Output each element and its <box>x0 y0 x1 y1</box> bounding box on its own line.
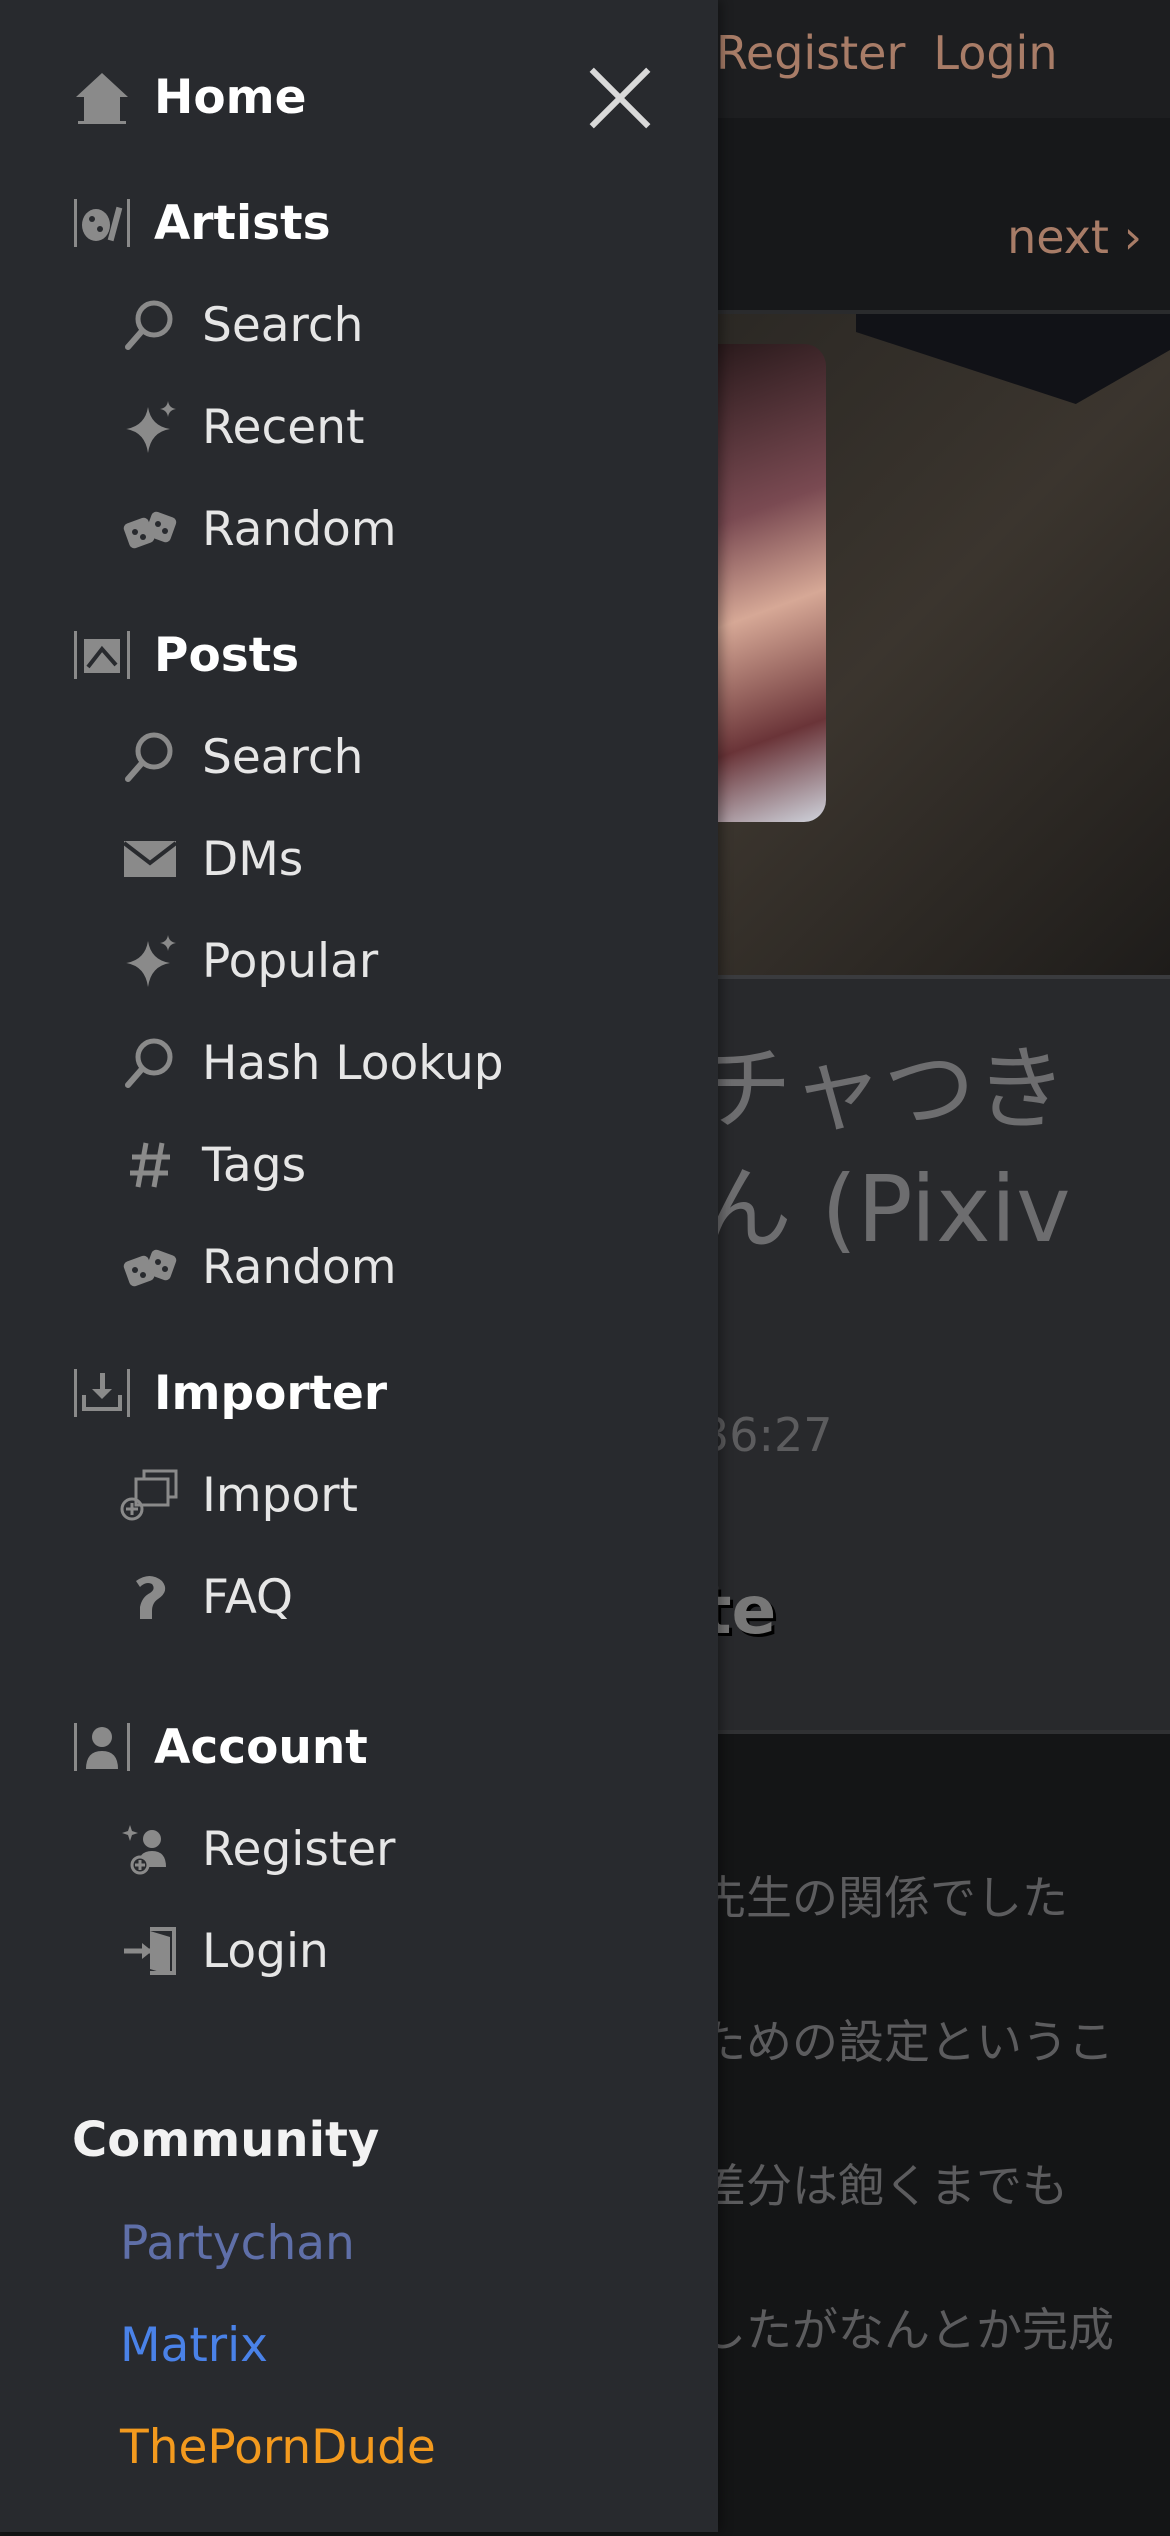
dice-icon <box>120 1237 180 1297</box>
posts-icon <box>72 625 132 685</box>
faq-icon <box>120 1567 180 1627</box>
nav-posts-search[interactable]: Search <box>120 722 363 792</box>
post-title: チャつき ん (Pixiv <box>700 1036 1071 1263</box>
nav-artists-recent-label: Recent <box>202 399 365 455</box>
register-link[interactable]: Register <box>716 26 905 80</box>
search-icon <box>120 727 180 787</box>
nav-artists-recent[interactable]: Recent <box>120 392 364 462</box>
nav-section-account-label: Account <box>154 1719 368 1775</box>
nav-artists-search-label: Search <box>202 297 364 353</box>
content-line: ための設定というこ <box>700 2015 1114 2069</box>
nav-section-importer-label: Importer <box>154 1365 388 1421</box>
post-date: 36:27 <box>700 1408 833 1462</box>
nav-posts-hash-lookup-label: Hash Lookup <box>202 1035 504 1091</box>
nav-importer-faq[interactable]: FAQ <box>120 1562 293 1632</box>
nav-posts-popular-label: Popular <box>202 933 379 989</box>
nav-artists-search[interactable]: Search <box>120 290 363 360</box>
post-image[interactable] <box>716 310 1170 979</box>
nav-home[interactable]: Home <box>72 62 306 132</box>
nav-section-artists-label: Artists <box>154 195 331 251</box>
nav-account-register[interactable]: Register <box>120 1814 396 1884</box>
post-thumbnail[interactable] <box>716 344 826 822</box>
nav-section-artists[interactable]: Artists <box>72 188 331 258</box>
register-icon <box>120 1819 180 1879</box>
nav-posts-dms[interactable]: DMs <box>120 824 303 894</box>
search-icon <box>120 295 180 355</box>
importer-icon <box>72 1363 132 1423</box>
content-line: 先生の関係でした <box>700 1871 1068 1925</box>
nav-section-account[interactable]: Account <box>72 1712 368 1782</box>
nav-posts-hash-lookup[interactable]: Hash Lookup <box>120 1028 504 1098</box>
nav-account-register-label: Register <box>202 1821 396 1877</box>
nav-home-label: Home <box>154 69 307 125</box>
hash-icon <box>120 1135 180 1195</box>
nav-posts-tags[interactable]: Tags <box>120 1130 306 1200</box>
sparkle-icon <box>120 397 180 457</box>
community-heading: Community <box>72 2112 380 2168</box>
login-icon <box>120 1921 180 1981</box>
nav-posts-tags-label: Tags <box>202 1137 307 1193</box>
sparkle-icon <box>120 931 180 991</box>
dice-icon <box>120 499 180 559</box>
nav-importer-import[interactable]: Import <box>120 1460 358 1530</box>
nav-section-importer[interactable]: Importer <box>72 1358 387 1428</box>
community-link-matrix[interactable]: Matrix <box>120 2318 268 2373</box>
nav-posts-search-label: Search <box>202 729 364 785</box>
nav-artists-random[interactable]: Random <box>120 494 397 564</box>
close-icon[interactable] <box>586 64 654 132</box>
nav-account-login[interactable]: Login <box>120 1916 329 1986</box>
home-icon <box>72 67 132 127</box>
nav-account-login-label: Login <box>202 1923 329 1979</box>
next-link[interactable]: next › <box>1007 210 1142 264</box>
envelope-icon <box>120 829 180 889</box>
nav-importer-import-label: Import <box>202 1467 358 1523</box>
nav-importer-faq-label: FAQ <box>202 1569 294 1625</box>
side-nav: Home Artists Search Recent Random Posts <box>0 0 718 2532</box>
community-link-partychan[interactable]: Partychan <box>120 2216 355 2271</box>
top-bar-links: Register Login <box>716 26 1086 80</box>
nav-section-posts[interactable]: Posts <box>72 620 299 690</box>
login-link[interactable]: Login <box>933 26 1057 80</box>
nav-section-posts-label: Posts <box>154 627 300 683</box>
search-icon <box>120 1033 180 1093</box>
nav-posts-popular[interactable]: Popular <box>120 926 378 996</box>
content-line: したがなんとか完成 <box>700 2303 1114 2357</box>
community-link-theporndude[interactable]: ThePornDude <box>120 2420 436 2475</box>
nav-artists-random-label: Random <box>202 501 397 557</box>
artists-icon <box>72 193 132 253</box>
import-icon <box>120 1465 180 1525</box>
image-detail <box>856 314 1170 404</box>
nav-posts-random[interactable]: Random <box>120 1232 397 1302</box>
account-icon <box>72 1717 132 1777</box>
content-line: 差分は飽くまでも <box>700 2159 1068 2213</box>
nav-posts-random-label: Random <box>202 1239 397 1295</box>
nav-posts-dms-label: DMs <box>202 831 304 887</box>
